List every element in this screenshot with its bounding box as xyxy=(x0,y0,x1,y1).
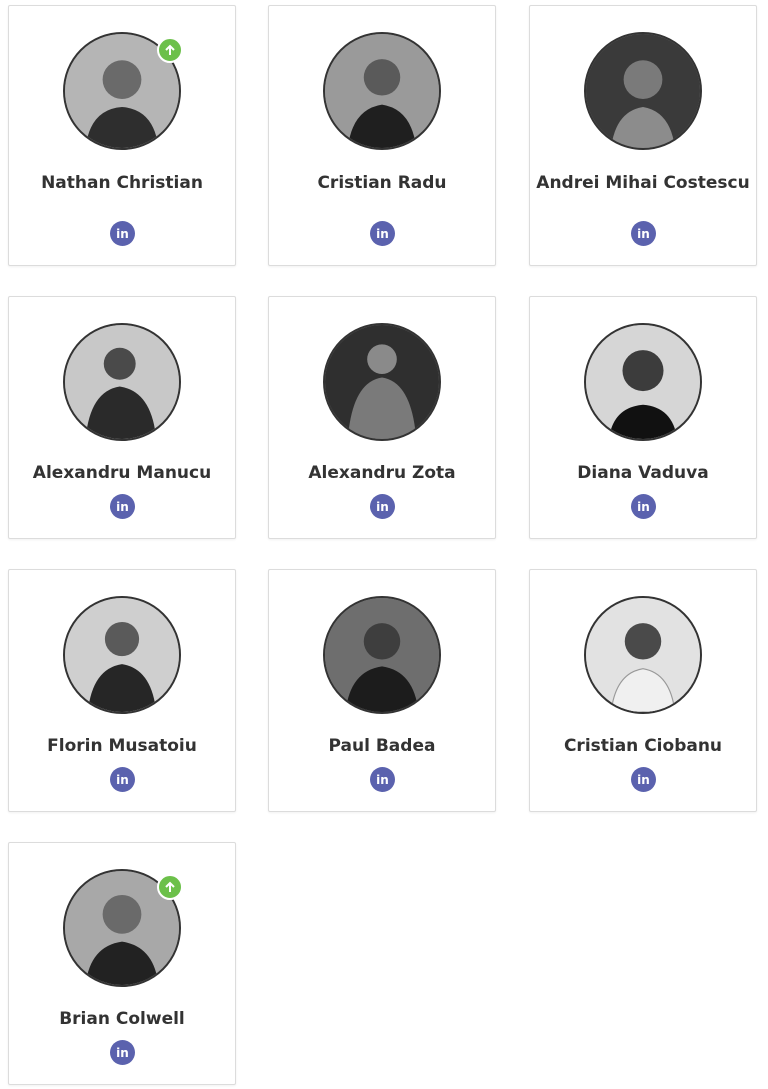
member-name: Florin Musatoiu xyxy=(47,736,197,756)
team-card: Nathan Christian in xyxy=(8,5,236,266)
linkedin-icon[interactable]: in xyxy=(110,1040,135,1065)
avatar xyxy=(323,596,441,714)
member-name: Andrei Mihai Costescu xyxy=(536,173,750,193)
arrow-up-icon xyxy=(157,37,183,63)
member-name: Alexandru Zota xyxy=(308,463,456,483)
linkedin-icon[interactable]: in xyxy=(370,767,395,792)
member-name: Cristian Ciobanu xyxy=(563,736,723,756)
avatar xyxy=(584,323,702,441)
team-card: Paul Badea in xyxy=(268,569,496,812)
team-card: Andrei Mihai Costescu in xyxy=(529,5,757,266)
avatar xyxy=(584,32,702,150)
member-name: Paul Badea xyxy=(328,736,436,756)
arrow-up-icon xyxy=(157,874,183,900)
member-name: Alexandru Manucu xyxy=(32,463,212,483)
linkedin-icon[interactable]: in xyxy=(370,494,395,519)
avatar xyxy=(323,323,441,441)
team-card: Cristian Ciobanu in xyxy=(529,569,757,812)
linkedin-icon[interactable]: in xyxy=(370,221,395,246)
avatar xyxy=(584,596,702,714)
linkedin-icon[interactable]: in xyxy=(110,767,135,792)
team-card: Cristian Radu in xyxy=(268,5,496,266)
avatar xyxy=(63,596,181,714)
linkedin-icon[interactable]: in xyxy=(110,494,135,519)
team-card: Florin Musatoiu in xyxy=(8,569,236,812)
linkedin-icon[interactable]: in xyxy=(631,494,656,519)
team-card: Alexandru Manucu in xyxy=(8,296,236,539)
team-card: Alexandru Zota in xyxy=(268,296,496,539)
linkedin-icon[interactable]: in xyxy=(631,767,656,792)
member-name: Cristian Radu xyxy=(317,173,447,193)
team-card: Diana Vaduva in xyxy=(529,296,757,539)
member-name: Brian Colwell xyxy=(59,1009,185,1029)
linkedin-icon[interactable]: in xyxy=(631,221,656,246)
linkedin-icon[interactable]: in xyxy=(110,221,135,246)
team-card: Brian Colwell in xyxy=(8,842,236,1085)
member-name: Diana Vaduva xyxy=(577,463,709,483)
avatar xyxy=(323,32,441,150)
member-name: Nathan Christian xyxy=(41,173,203,193)
avatar xyxy=(63,323,181,441)
